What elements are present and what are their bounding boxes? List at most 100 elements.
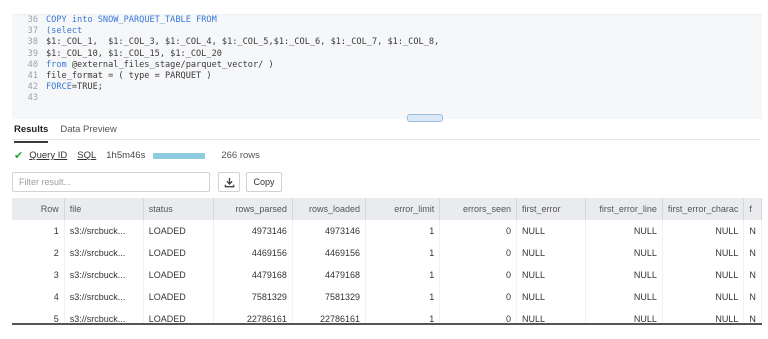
table-cell: NULL [585,286,663,308]
table-cell: 1 [12,220,65,242]
query-id-link[interactable]: Query ID [29,150,67,161]
column-header[interactable]: rows_parsed [213,198,293,220]
column-header[interactable]: error_limit [365,198,441,220]
sql-link[interactable]: SQL [77,150,96,161]
table-cell: 0 [439,264,517,286]
line-number: 40 [27,59,38,70]
table-cell: NULL [662,286,745,308]
table-cell: s3://srcbuck... [64,220,144,242]
column-header[interactable]: file [64,198,144,220]
code-line: 39 $1:_COL_10, $1:_COL_15, $1:_COL_20 [12,49,762,60]
column-header[interactable]: f [743,198,762,220]
check-icon: ✔ [14,150,24,162]
sql-editor[interactable]: 36 COPY into SNOW_PARQUET_TABLE FROM 37 (se… [12,14,762,119]
tabs-divider [12,139,760,140]
code-text: $1:_COL_1, $1:_COL_3, $1:_COL_4, $1:_COL… [46,37,439,48]
code-line: 42 FORCE=TRUE; [12,82,762,93]
query-duration: 1h5m46s [106,150,146,161]
line-number: 36 [27,15,38,25]
download-icon [224,177,234,187]
table-cell: s3://srcbuck... [64,264,144,286]
table-cell: LOADED [143,264,215,286]
code-line: 38 $1:_COL_1, $1:_COL_3, $1:_COL_4, $1:_C… [12,37,762,48]
line-number: 39 [27,48,38,59]
table-cell: N [743,286,762,308]
table-cell: 0 [439,220,517,242]
column-header[interactable]: first_error [516,198,586,220]
code-line: 41 file_format = ( type = PARQUET ) [12,71,762,82]
table-cell: 4469156 [292,242,367,264]
sql-text: $1:_COL_10, $1:_COL_15, $1:_COL_20 [46,48,222,59]
sql-keyword: COPY [46,15,72,25]
table-row[interactable]: 1 s3://srcbuck... LOADED 4973146 4973146 1 0 NU… [12,220,762,242]
code-line: 36 COPY into SNOW_PARQUET_TABLE FROM [12,15,762,26]
column-header[interactable]: first_error_charac [662,198,745,220]
sql-text: $1:_COL_1, $1:_COL_3, $1:_COL_4, $1:_COL… [46,37,440,48]
table-cell: NULL [585,264,663,286]
results-table-container[interactable]: Row file status rows_parsed rows_loaded error… [12,198,762,325]
table-cell: NULL [662,220,745,242]
results-table: Row file status rows_parsed rows_loaded error… [12,198,762,325]
table-cell: 4973146 [213,220,293,242]
column-header[interactable]: Row [12,198,65,220]
code-text: file_format = ( type = PARQUET ) [46,71,212,82]
column-header[interactable]: errors_seen [439,198,517,220]
table-cell: NULL [585,242,663,264]
download-button[interactable] [218,172,240,192]
code-line: 37 (select [12,26,762,37]
table-cell: 0 [439,286,517,308]
table-cell: 4479168 [213,264,293,286]
line-number: 37 [27,26,38,37]
sql-keyword: into [71,15,98,25]
table-cell: 1 [365,242,441,264]
copy-button[interactable]: Copy [246,172,282,192]
table-cell: 7581329 [213,286,293,308]
code-line: 40 from @external_files_stage/parquet_vec… [12,60,762,71]
column-header[interactable]: status [143,198,215,220]
table-cell: 1 [365,220,441,242]
table-cell: NULL [662,242,745,264]
table-cell: 1 [365,264,441,286]
query-progress-bar [153,152,206,159]
sql-text: file_format = ( type = PARQUET ) [46,70,212,81]
table-cell: N [743,264,762,286]
table-cell: 4973146 [292,220,367,242]
line-number: 38 [27,37,38,48]
sql-keyword: (select [46,26,83,37]
row-count: 266 rows [221,150,260,161]
line-number: 41 [27,70,38,81]
table-cell: 0 [439,242,517,264]
table-header-row: Row file status rows_parsed rows_loaded error… [12,198,762,220]
code-text: COPY into SNOW_PARQUET_TABLE FROM [46,15,217,26]
query-status-row: ✔ Query ID SQL 1h5m46s 266 rows [14,149,260,162]
table-cell: 1 [365,286,441,308]
table-cell: NULL [585,220,663,242]
sql-text: =TRUE; [71,82,103,93]
line-number: 42 [27,82,38,93]
query-progress-fill [153,152,206,159]
table-cell: N [743,220,762,242]
table-cell: N [743,242,762,264]
table-cell: 4 [12,286,65,308]
column-header[interactable]: rows_loaded [292,198,367,220]
table-cell: 3 [12,264,65,286]
line-number: 43 [27,93,38,104]
code-text: (select [46,26,82,37]
table-cell: LOADED [143,286,215,308]
table-row[interactable]: 4 s3://srcbuck... LOADED 7581329 7581329 1 0 NU… [12,286,762,308]
table-cell: s3://srcbuck... [64,242,144,264]
column-header[interactable]: first_error_line [585,198,663,220]
table-cell: 7581329 [292,286,367,308]
table-cell: LOADED [143,242,215,264]
table-cell: NULL [516,286,586,308]
editor-resize-handle[interactable] [407,114,443,122]
sql-text: @external_files_stage/parquet_vector/ ) [71,59,274,70]
sql-keyword: FORCE [46,82,72,93]
table-row[interactable]: 3 s3://srcbuck... LOADED 4479168 4479168 1 0 NU… [12,264,762,286]
table-cell: 2 [12,242,65,264]
filter-result-input[interactable] [12,172,210,192]
table-row[interactable]: 2 s3://srcbuck... LOADED 4469156 4469156 1 0 NU… [12,242,762,264]
table-cell: s3://srcbuck... [64,286,144,308]
table-cell: 4479168 [292,264,367,286]
table-cell: NULL [662,264,745,286]
